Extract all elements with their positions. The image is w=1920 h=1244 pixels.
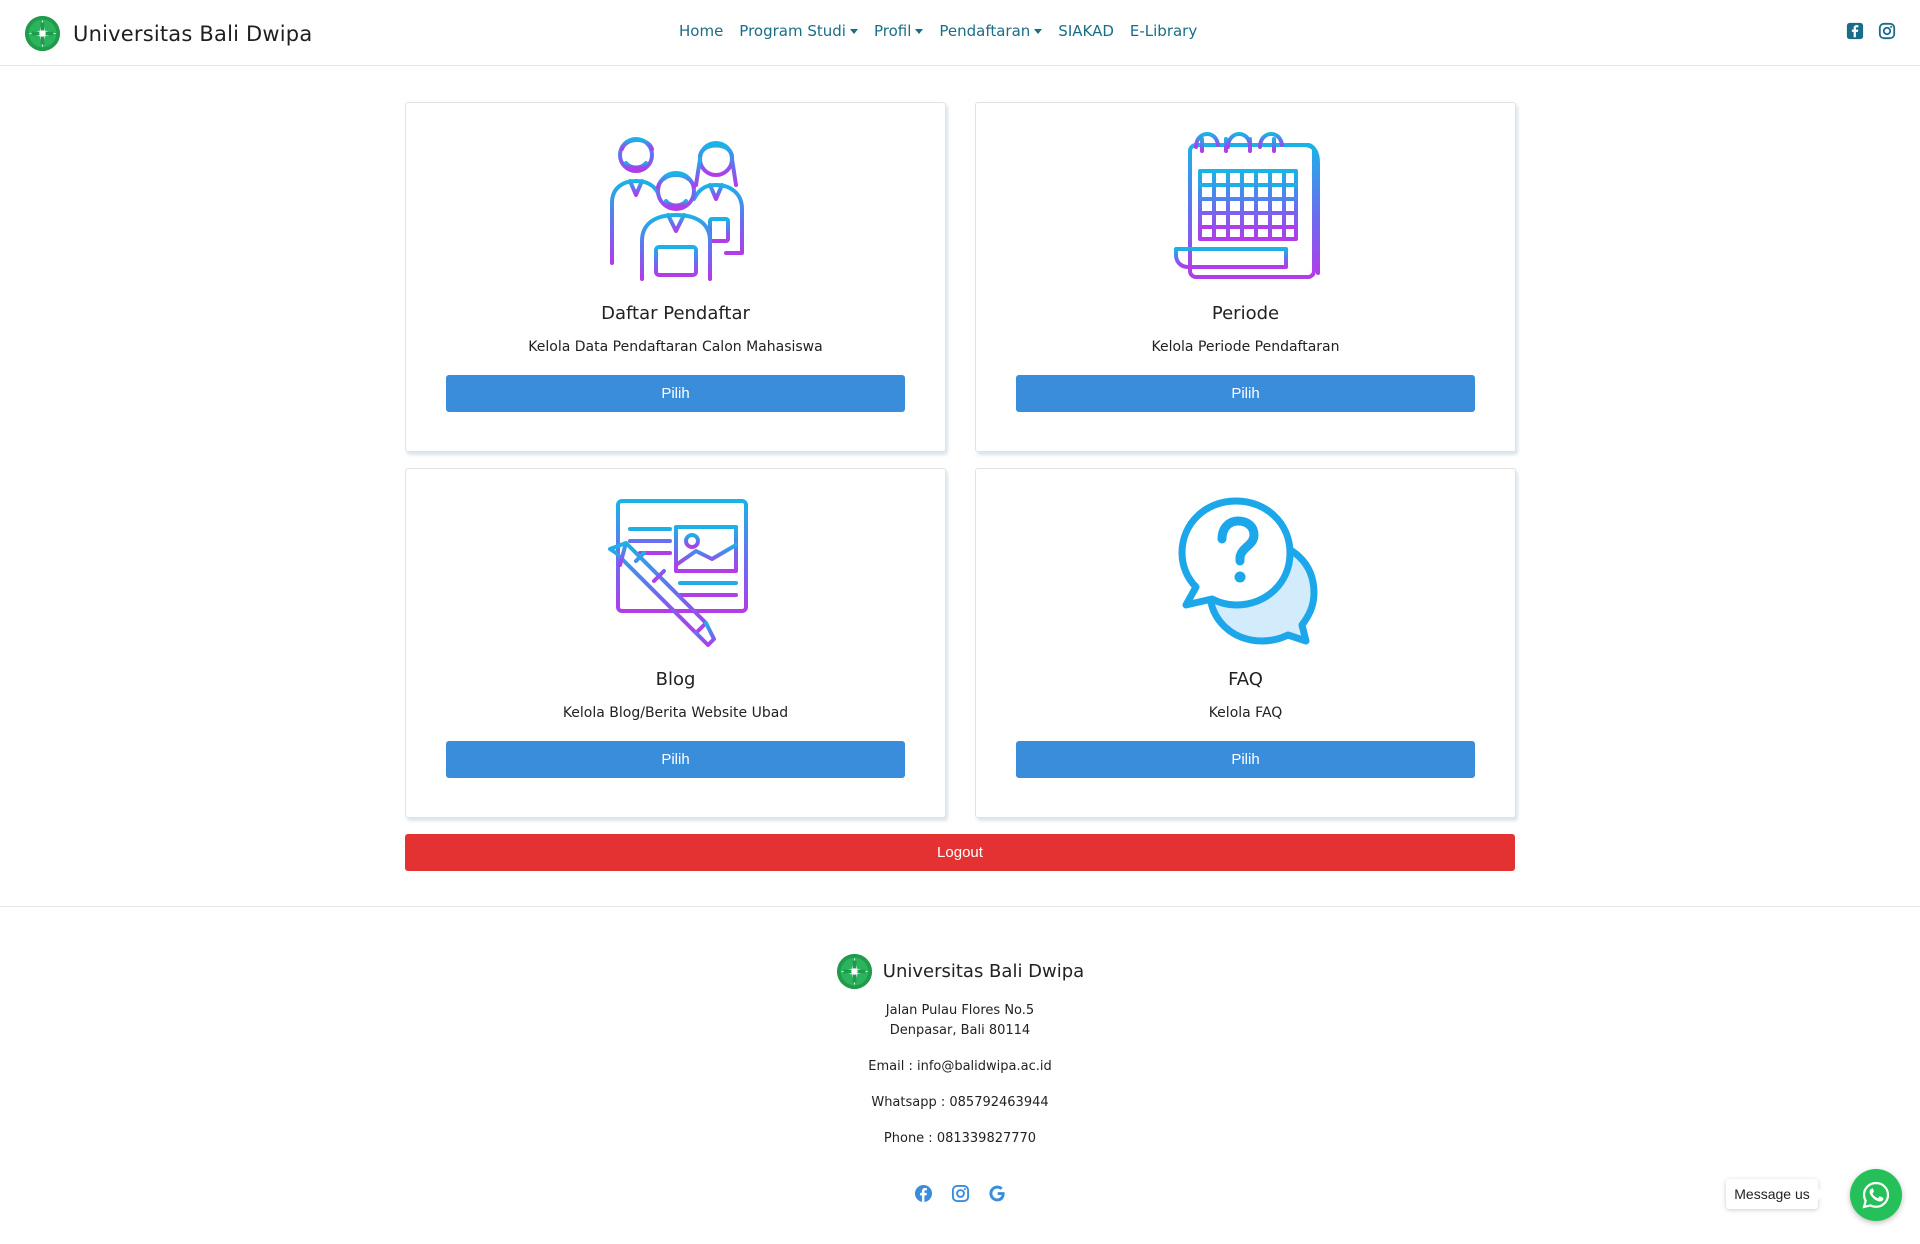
people-group-icon bbox=[609, 137, 744, 281]
faq-chat-icon bbox=[1178, 497, 1317, 645]
pilih-button[interactable]: Pilih bbox=[446, 741, 905, 778]
pilih-button[interactable]: Pilih bbox=[446, 375, 905, 412]
card-description: Kelola Blog/Berita Website Ubad bbox=[562, 705, 789, 721]
nav-profil[interactable]: Profil bbox=[873, 22, 924, 40]
nav-elibrary[interactable]: E-Library bbox=[1130, 22, 1197, 40]
card-blog: Blog Kelola Blog/Berita Website Ubad Pil… bbox=[405, 468, 946, 818]
nav-program-studi[interactable]: Program Studi bbox=[739, 22, 858, 40]
nav-profil-label: Profil bbox=[873, 22, 912, 40]
footer-brand-name: Universitas Bali Dwipa bbox=[882, 961, 1085, 982]
facebook-icon[interactable] bbox=[914, 1184, 933, 1203]
footer-phone: Phone : 081339827770 bbox=[883, 1131, 1037, 1146]
nav-home[interactable]: Home bbox=[679, 22, 723, 40]
card-periode: Periode Kelola Periode Pendaftaran Pilih bbox=[975, 102, 1516, 452]
footer: Universitas Bali Dwipa Jalan Pulau Flore… bbox=[0, 906, 1920, 1244]
card-faq: FAQ Kelola FAQ Pilih bbox=[975, 468, 1516, 818]
main-nav: Home Program Studi Profil Pendaftaran SI… bbox=[679, 22, 1213, 40]
brand[interactable]: Universitas Bali Dwipa bbox=[24, 15, 312, 52]
university-logo-icon bbox=[24, 15, 61, 52]
nav-siakad-label: SIAKAD bbox=[1058, 22, 1114, 40]
google-icon[interactable] bbox=[988, 1184, 1007, 1203]
message-us-tooltip[interactable]: Message us bbox=[1726, 1179, 1824, 1209]
instagram-icon[interactable] bbox=[1878, 22, 1896, 40]
caret-down-icon bbox=[915, 28, 924, 34]
calendar-icon bbox=[1173, 132, 1320, 279]
nav-siakad[interactable]: SIAKAD bbox=[1058, 22, 1114, 40]
card-title: Daftar Pendaftar bbox=[601, 303, 750, 324]
blog-pen-icon bbox=[607, 499, 748, 647]
footer-email: Email : info@balidwipa.ac.id bbox=[868, 1059, 1052, 1074]
footer-address-line2: Denpasar, Bali 80114 bbox=[889, 1023, 1031, 1038]
caret-down-icon bbox=[849, 28, 858, 34]
card-title: Blog bbox=[655, 669, 696, 690]
footer-brand: Universitas Bali Dwipa bbox=[0, 953, 1920, 990]
card-description: Kelola FAQ bbox=[1208, 705, 1283, 721]
pilih-button[interactable]: Pilih bbox=[1016, 375, 1475, 412]
footer-whatsapp: Whatsapp : 085792463944 bbox=[871, 1095, 1049, 1110]
card-title: FAQ bbox=[1228, 669, 1263, 690]
nav-pendaftaran-label: Pendaftaran bbox=[939, 22, 1031, 40]
footer-social bbox=[0, 1184, 1920, 1203]
university-logo-icon bbox=[836, 953, 873, 990]
footer-address-line1: Jalan Pulau Flores No.5 bbox=[885, 1003, 1035, 1018]
card-description: Kelola Data Pendaftaran Calon Mahasiswa bbox=[528, 339, 823, 355]
whatsapp-chat-button[interactable] bbox=[1850, 1169, 1902, 1221]
nav-social bbox=[1846, 22, 1896, 40]
nav-elibrary-label: E-Library bbox=[1129, 22, 1198, 40]
instagram-icon[interactable] bbox=[951, 1184, 970, 1203]
navbar: Universitas Bali Dwipa Home Program Stud… bbox=[0, 0, 1920, 66]
pilih-button[interactable]: Pilih bbox=[1016, 741, 1475, 778]
logout-button[interactable]: Logout bbox=[405, 834, 1515, 871]
card-title: Periode bbox=[1211, 303, 1280, 324]
facebook-square-icon[interactable] bbox=[1846, 22, 1864, 40]
whatsapp-icon bbox=[1862, 1181, 1890, 1209]
caret-down-icon bbox=[1034, 28, 1043, 34]
card-daftar-pendaftar: Daftar Pendaftar Kelola Data Pendaftaran… bbox=[405, 102, 946, 452]
nav-pendaftaran[interactable]: Pendaftaran bbox=[939, 22, 1043, 40]
nav-program-studi-label: Program Studi bbox=[739, 22, 846, 40]
brand-name: Universitas Bali Dwipa bbox=[73, 21, 313, 46]
nav-home-label: Home bbox=[679, 22, 724, 40]
card-description: Kelola Periode Pendaftaran bbox=[1151, 339, 1340, 355]
